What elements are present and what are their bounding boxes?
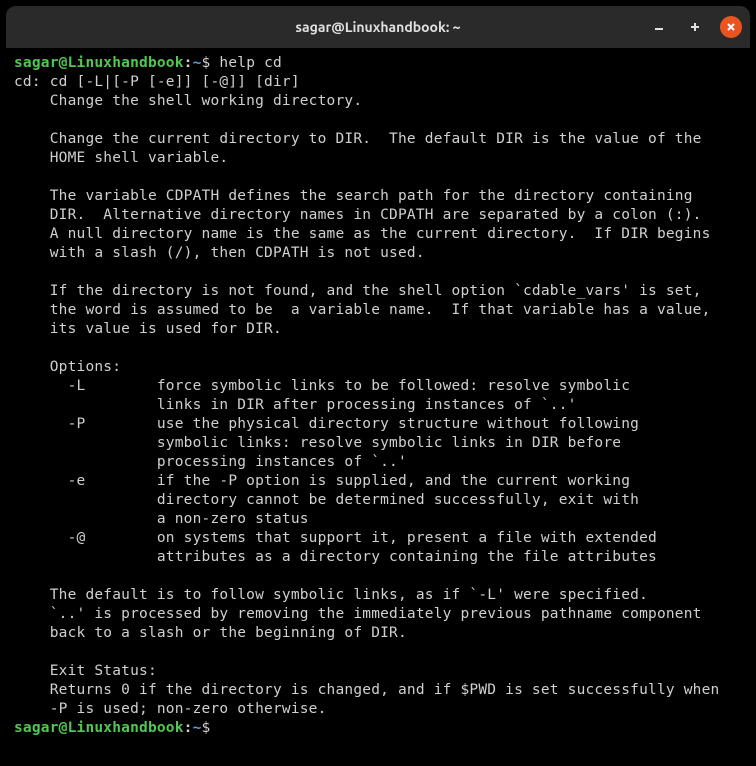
prompt-user-host: sagar@Linuxhandbook — [14, 55, 184, 71]
output-line: DIR. Alternative directory names in CDPA… — [14, 207, 702, 223]
command-input-1: help cd — [219, 55, 282, 71]
output-line: back to a slash or the beginning of DIR. — [14, 625, 407, 641]
output-line: cd: cd [-L|[-P [-e]] [-@]] [dir] — [14, 74, 300, 90]
output-line: symbolic links: resolve symbolic links i… — [14, 435, 621, 451]
output-line: -P use the physical directory structure … — [14, 416, 639, 432]
output-line: the word is assumed to be a variable nam… — [14, 302, 711, 318]
output-line — [14, 568, 50, 584]
output-line: Change the current directory to DIR. The… — [14, 131, 702, 147]
window-controls — [648, 16, 742, 38]
output-line: its value is used for DIR. — [14, 321, 282, 337]
output-line — [14, 340, 50, 356]
output-line: a non-zero status — [14, 511, 309, 527]
output-line: links in DIR after processing instances … — [14, 397, 577, 413]
output-line: -@ on systems that support it, present a… — [14, 530, 657, 546]
prompt-path: ~ — [193, 55, 202, 71]
output-line — [14, 644, 50, 660]
prompt-colon: : — [184, 55, 193, 71]
close-icon — [725, 18, 737, 37]
output-line: attributes as a directory containing the… — [14, 549, 657, 565]
window-title: sagar@Linuxhandbook: ~ — [295, 19, 460, 35]
output-line: processing instances of `..' — [14, 454, 407, 470]
prompt-colon: : — [184, 720, 193, 736]
output-line: -P is used; non-zero otherwise. — [14, 701, 327, 717]
output-line: If the directory is not found, and the s… — [14, 283, 702, 299]
output-line — [14, 169, 50, 185]
titlebar: sagar@Linuxhandbook: ~ — [6, 6, 750, 48]
output-line: HOME shell variable. — [14, 150, 228, 166]
output-line: Returns 0 if the directory is changed, a… — [14, 682, 719, 698]
output-line — [14, 264, 50, 280]
output-line: Options: — [14, 359, 121, 375]
output-line — [14, 112, 50, 128]
output-line: with a slash (/), then CDPATH is not use… — [14, 245, 425, 261]
output-line: The default is to follow symbolic links,… — [14, 587, 648, 603]
terminal-content[interactable]: sagar@Linuxhandbook:~$ help cd cd: cd [-… — [6, 48, 750, 754]
minimize-button[interactable] — [648, 16, 670, 38]
output-line: -e if the -P option is supplied, and the… — [14, 473, 630, 489]
output-line: -L force symbolic links to be followed: … — [14, 378, 630, 394]
output-line: directory cannot be determined successfu… — [14, 492, 639, 508]
output-line: `..' is processed by removing the immedi… — [14, 606, 702, 622]
prompt-user-host: sagar@Linuxhandbook — [14, 720, 184, 736]
prompt-path: ~ — [193, 720, 202, 736]
output-line: Exit Status: — [14, 663, 157, 679]
close-button[interactable] — [720, 16, 742, 38]
prompt-dollar: $ — [202, 720, 211, 736]
output-line: The variable CDPATH defines the search p… — [14, 188, 693, 204]
output-line: Change the shell working directory. — [14, 93, 362, 109]
maximize-button[interactable] — [684, 16, 706, 38]
output-line: A null directory name is the same as the… — [14, 226, 711, 242]
plus-icon — [689, 18, 701, 37]
minimize-icon — [653, 18, 665, 37]
terminal-window: sagar@Linuxhandbook: ~ sagar@Linuxhandbo… — [6, 6, 750, 754]
prompt-dollar: $ — [202, 55, 211, 71]
